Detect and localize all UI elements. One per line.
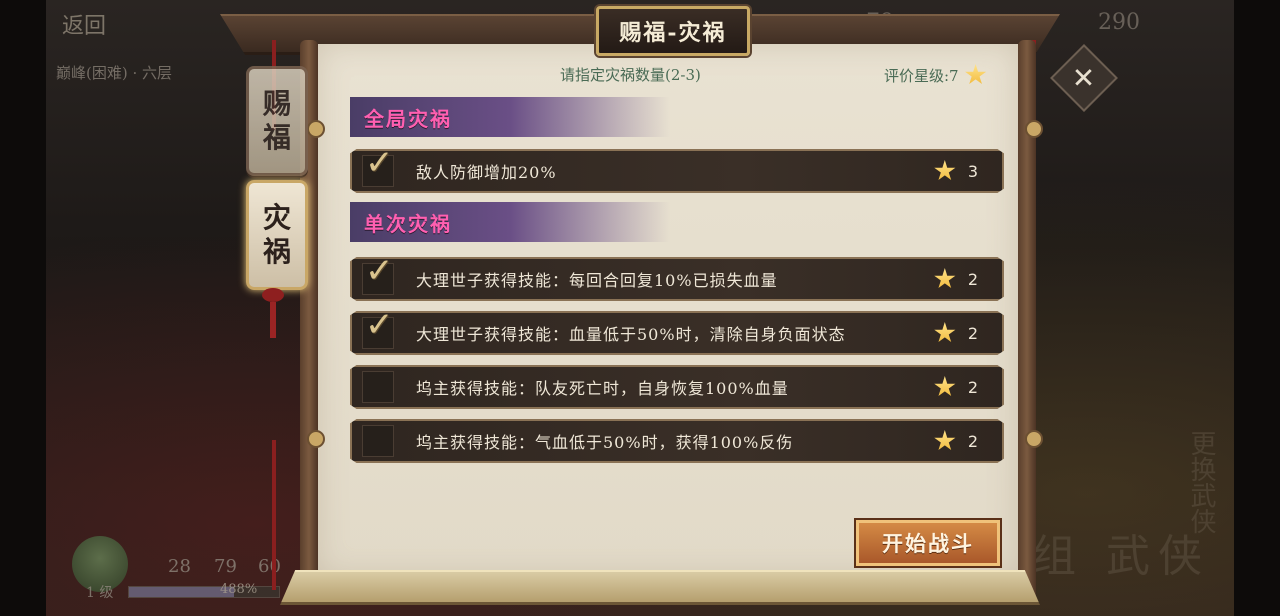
star-icon (934, 430, 956, 451)
row-star-count: 2 (967, 323, 978, 343)
row-checkbox[interactable]: ✓ (362, 311, 394, 349)
row-text: 大理世子获得技能：血量低于50%时，清除自身负面状态 (416, 325, 846, 344)
back-button[interactable]: 返回 (62, 8, 106, 40)
rope (272, 440, 276, 590)
tab-calamity[interactable]: 灾 祸 (246, 180, 308, 290)
tab-blessing-label-top: 赐 (262, 87, 291, 120)
row-checkbox[interactable]: ✓ (362, 149, 394, 187)
tab-calamity-label-bottom: 祸 (262, 235, 291, 268)
exp-bar (128, 586, 280, 598)
row-checkbox[interactable] (362, 371, 394, 403)
panel-title-plaque: 赐福-灾祸 (596, 6, 750, 56)
scroll-bottom-bar (280, 570, 1040, 605)
row-star-count: 2 (967, 377, 978, 397)
check-icon: ✓ (365, 305, 394, 345)
section-header-single: 单次灾祸 (350, 202, 670, 242)
tab-blessing[interactable]: 赐 福 (246, 66, 308, 176)
hero-stat-3: 60 (258, 556, 281, 577)
start-battle-label: 开始战斗 (882, 531, 974, 556)
calamity-row[interactable]: ✓ 敌人防御增加20% 3 (350, 149, 1004, 193)
check-icon: ✓ (365, 251, 394, 291)
check-icon: ✓ (365, 143, 394, 183)
star-icon (934, 376, 956, 397)
calamity-row[interactable]: 坞主获得技能：队友死亡时，自身恢复100%血量 2 (350, 365, 1004, 409)
close-icon: ✕ (1072, 61, 1096, 95)
row-star-count: 2 (967, 269, 978, 289)
hero-level: 1 级 (86, 585, 114, 601)
start-battle-button[interactable]: 开始战斗 (856, 520, 1000, 566)
section-title: 全局灾祸 (364, 106, 452, 131)
rod-knob (1025, 430, 1043, 448)
change-hero-button[interactable]: 更换武侠 (1183, 430, 1220, 534)
row-text: 坞主获得技能：气血低于50%时，获得100%反伤 (416, 433, 794, 452)
star-icon (934, 160, 956, 181)
hero-stat-1: 28 (168, 556, 191, 577)
rod-knob (307, 120, 325, 138)
section-header-global: 全局灾祸 (350, 97, 670, 137)
rod-knob (1025, 120, 1043, 138)
row-text: 敌人防御增加20% (416, 163, 557, 182)
tassel-decoration (262, 288, 284, 338)
stage-label: 巅峰(困难) · 六层 (56, 64, 173, 82)
row-checkbox[interactable]: ✓ (362, 257, 394, 295)
calamity-row[interactable]: ✓ 大理世子获得技能：每回合回复10%已损失血量 2 (350, 257, 1004, 301)
exp-text: 488% (220, 582, 258, 597)
tab-calamity-label-top: 灾 (262, 201, 291, 234)
section-title: 单次灾祸 (364, 211, 452, 236)
star-icon (934, 268, 956, 289)
rating-label: 评价星级:7 (884, 66, 959, 85)
row-text: 大理世子获得技能：每回合回复10%已损失血量 (416, 271, 778, 290)
left-letterbox (0, 0, 46, 616)
top-resource-2: 290 (1098, 10, 1140, 35)
calamity-row[interactable]: 坞主获得技能：气血低于50%时，获得100%反伤 2 (350, 419, 1004, 463)
star-icon (965, 64, 987, 85)
row-checkbox[interactable] (362, 425, 394, 457)
row-star-count: 3 (967, 161, 978, 181)
calamity-row[interactable]: ✓ 大理世子获得技能：血量低于50%时，清除自身负面状态 2 (350, 311, 1004, 355)
right-letterbox (1234, 0, 1280, 616)
panel-title: 赐福-灾祸 (619, 20, 727, 46)
hero-stat-2: 79 (214, 556, 237, 577)
tab-blessing-label-bottom: 福 (262, 121, 291, 154)
instruction-text: 请指定灾祸数量(2-3) (560, 66, 701, 84)
row-star-count: 2 (967, 431, 978, 451)
star-icon (934, 322, 956, 343)
row-text: 坞主获得技能：队友死亡时，自身恢复100%血量 (416, 379, 789, 398)
rating-display: 评价星级:7 (884, 64, 987, 86)
rod-knob (307, 430, 325, 448)
